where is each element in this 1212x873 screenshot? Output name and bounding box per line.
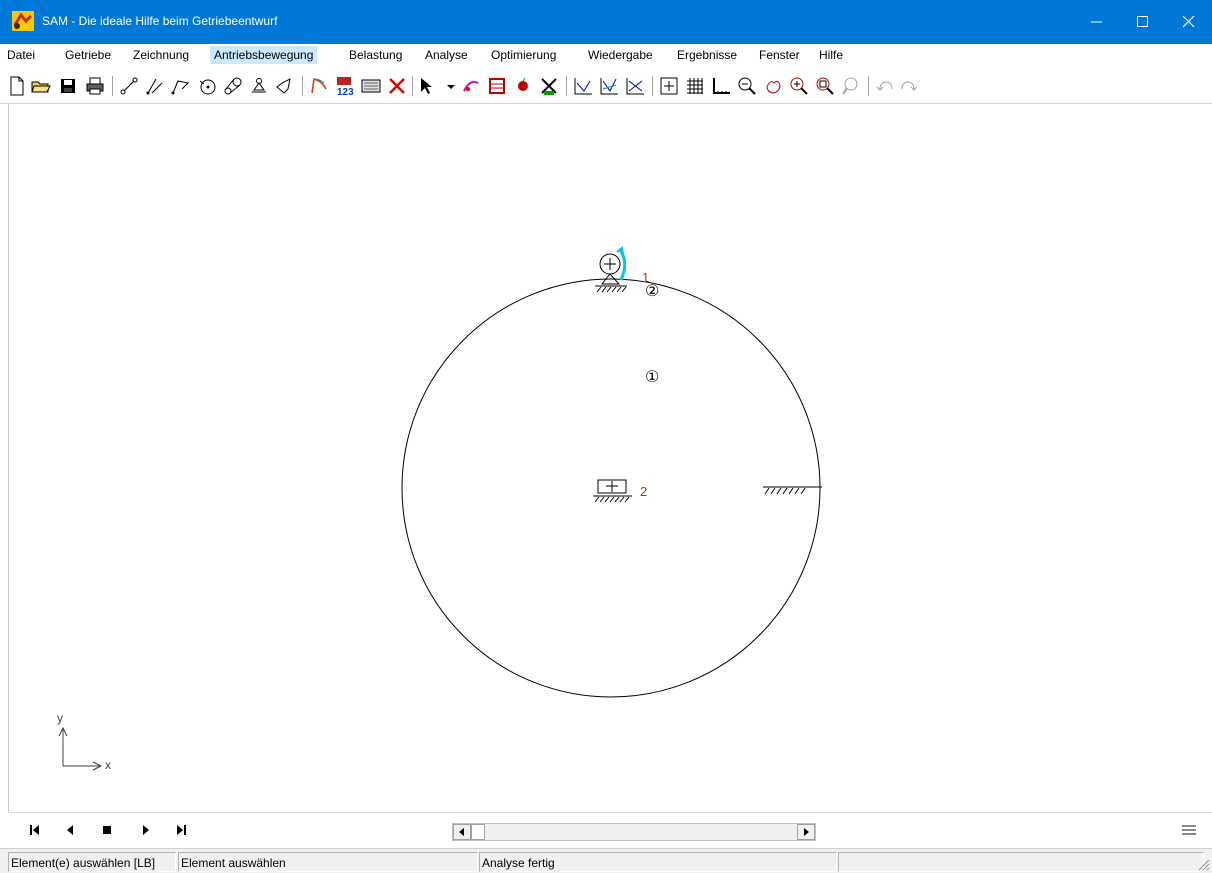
axis-icon[interactable] <box>710 75 732 97</box>
status-pane-hint: Element(e) auswählen [LB] <box>8 852 176 872</box>
pointer-icon[interactable] <box>416 75 438 97</box>
new-file-icon[interactable] <box>6 75 28 97</box>
mill-icon[interactable] <box>538 75 560 97</box>
graph-icon[interactable] <box>572 75 594 97</box>
gear-icon[interactable] <box>196 75 218 97</box>
delete-icon[interactable] <box>386 75 408 97</box>
last-frame-icon[interactable] <box>172 821 190 839</box>
grid-snap-icon[interactable] <box>658 75 680 97</box>
graph3-icon[interactable] <box>624 75 646 97</box>
zoom-all-icon[interactable] <box>840 75 862 97</box>
element-label-2: ② <box>645 283 660 300</box>
menu-fenster[interactable]: Fenster <box>755 46 804 64</box>
toolbar-separator <box>566 76 567 96</box>
status-pane-empty <box>838 852 1204 872</box>
support-icon[interactable] <box>248 75 270 97</box>
toolbar-separator <box>302 76 303 96</box>
element-label-1: ① <box>645 369 660 386</box>
menu-datei[interactable]: Datei <box>3 46 39 64</box>
motion-icon[interactable] <box>308 75 330 97</box>
toolbar-separator <box>652 76 653 96</box>
playback-bar <box>8 812 1212 846</box>
close-button[interactable] <box>1166 0 1212 44</box>
toolbar-separator <box>112 76 113 96</box>
menu-getriebe[interactable]: Getriebe <box>61 46 115 64</box>
hamburger-menu-icon[interactable] <box>1180 822 1198 838</box>
app-logo-icon <box>12 11 34 31</box>
toolbar: 123 <box>0 66 1212 104</box>
menu-hilfe[interactable]: Hilfe <box>815 46 847 64</box>
link-icon[interactable] <box>118 75 140 97</box>
slider-link-icon[interactable] <box>144 75 166 97</box>
first-frame-icon[interactable] <box>26 821 44 839</box>
slider-joint[interactable] <box>593 479 632 503</box>
keyboard-icon[interactable] <box>360 75 382 97</box>
stop-icon[interactable] <box>98 821 116 839</box>
load-icon[interactable] <box>486 75 508 97</box>
toolbar-separator <box>412 76 413 96</box>
triple-link-icon[interactable] <box>170 75 192 97</box>
menu-analyse[interactable]: Analyse <box>421 46 472 64</box>
point-icon[interactable] <box>512 75 534 97</box>
toolbar-separator <box>868 76 869 96</box>
menu-bar: Datei Getriebe Zeichnung Antriebsbewegun… <box>0 44 1212 66</box>
maximize-button[interactable] <box>1120 0 1166 44</box>
minimize-icon <box>1091 21 1102 23</box>
axis-label-x: x <box>105 758 111 772</box>
axis-label-y: y <box>57 711 63 725</box>
drive-joint[interactable] <box>595 246 627 293</box>
status-bar: Element(e) auswählen [LB] Element auswäh… <box>0 848 1212 873</box>
undo-icon[interactable] <box>874 75 896 97</box>
link-circle[interactable] <box>401 278 821 698</box>
drawing-canvas[interactable]: 1 2 ② ① y x <box>8 104 1212 812</box>
coordinate-axis <box>58 726 103 771</box>
save-icon[interactable] <box>57 75 79 97</box>
spring-icon[interactable] <box>274 75 296 97</box>
pan-icon[interactable] <box>762 75 784 97</box>
maximize-icon <box>1137 16 1148 27</box>
belt-icon[interactable] <box>222 75 244 97</box>
scroll-right-button[interactable] <box>797 824 815 840</box>
scroll-left-button[interactable] <box>453 824 471 840</box>
menu-belastung[interactable]: Belastung <box>345 46 406 64</box>
title-bar: SAM - Die ideale Hilfe beim Getriebeentw… <box>0 0 1212 44</box>
graph2-icon[interactable] <box>598 75 620 97</box>
menu-zeichnung[interactable]: Zeichnung <box>129 46 193 64</box>
numbering-icon[interactable]: 123 <box>334 75 356 97</box>
horizontal-scrollbar[interactable] <box>452 823 816 841</box>
previous-frame-icon[interactable] <box>62 821 80 839</box>
close-icon <box>1183 16 1195 28</box>
menu-antriebsbewegung[interactable]: Antriebsbewegung <box>210 46 318 64</box>
menu-optimierung[interactable]: Optimierung <box>487 46 560 64</box>
open-folder-icon[interactable] <box>30 75 52 97</box>
next-frame-icon[interactable] <box>136 821 154 839</box>
zoom-in-icon[interactable] <box>788 75 810 97</box>
node-label-2: 2 <box>640 484 648 499</box>
minimize-button[interactable] <box>1074 0 1120 44</box>
menu-wiedergabe[interactable]: Wiedergabe <box>584 46 657 64</box>
zoom-out-icon[interactable] <box>736 75 758 97</box>
resize-grip-icon[interactable] <box>1196 857 1210 871</box>
print-icon[interactable] <box>84 75 106 97</box>
status-pane-analysis: Analyse fertig <box>479 852 837 872</box>
dropdown-arrow-icon[interactable] <box>440 75 462 97</box>
svg-text:123: 123 <box>337 87 354 97</box>
window-title: SAM - Die ideale Hilfe beim Getriebeentw… <box>42 14 278 28</box>
arrow-right-icon <box>804 828 809 836</box>
status-pane-action: Element auswählen <box>178 852 478 872</box>
arrow-left-icon <box>459 828 464 836</box>
menu-ergebnisse[interactable]: Ergebnisse <box>673 46 741 64</box>
grid-icon[interactable] <box>684 75 706 97</box>
drive-icon[interactable] <box>460 75 482 97</box>
redo-icon[interactable] <box>898 75 920 97</box>
ground-support[interactable] <box>763 486 822 495</box>
zoom-window-icon[interactable] <box>814 75 836 97</box>
scroll-thumb[interactable] <box>471 824 485 840</box>
